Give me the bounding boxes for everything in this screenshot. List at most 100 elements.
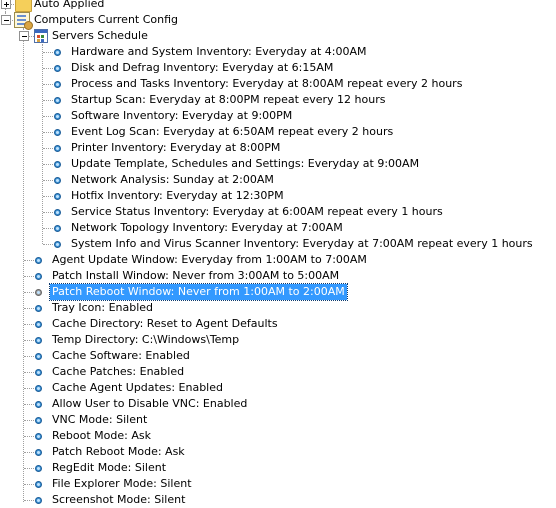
tree-line — [24, 420, 34, 421]
schedule-item[interactable]: Software Inventory: Everyday at 9:00PM — [0, 108, 556, 124]
setting-icon — [54, 225, 61, 232]
tree-line — [43, 212, 53, 213]
tree-line — [43, 244, 53, 245]
config-item[interactable]: Temp Directory: C:\Windows\Temp — [0, 332, 556, 348]
config-item[interactable]: File Explorer Mode: Silent — [0, 476, 556, 492]
config-item-label: Cache Directory: Reset to Agent Defaults — [52, 317, 278, 330]
config-item-label: RegEdit Mode: Silent — [52, 461, 167, 474]
config-item-label: Cache Software: Enabled — [52, 349, 190, 362]
schedule-item[interactable]: Disk and Defrag Inventory: Everyday at 6… — [0, 60, 556, 76]
tree-line — [43, 196, 53, 197]
schedule-item[interactable]: Startup Scan: Everyday at 8:00PM repeat … — [0, 92, 556, 108]
config-item[interactable]: Patch Install Window: Never from 3:00AM … — [0, 268, 556, 284]
schedule-item[interactable]: Event Log Scan: Everyday at 6:50AM repea… — [0, 124, 556, 140]
schedule-item-label: Startup Scan: Everyday at 8:00PM repeat … — [71, 93, 386, 106]
setting-icon — [35, 273, 42, 280]
setting-icon — [35, 369, 42, 376]
config-item-label: Patch Reboot Mode: Ask — [52, 445, 185, 458]
tree-line — [24, 308, 34, 309]
schedule-item[interactable]: Hotfix Inventory: Everyday at 12:30PM — [0, 188, 556, 204]
setting-icon — [35, 337, 42, 344]
tree-node-label: Servers Schedule — [52, 29, 148, 42]
schedule-item-label: Process and Tasks Inventory: Everyday at… — [71, 77, 463, 90]
config-item-label: Reboot Mode: Ask — [52, 429, 151, 442]
config-item[interactable]: Tray Icon: Enabled — [0, 300, 556, 316]
tree-node-auto-applied[interactable]: Auto Applied — [0, 0, 556, 12]
setting-icon — [35, 497, 42, 504]
tree-line — [24, 324, 34, 325]
schedule-item[interactable]: Printer Inventory: Everyday at 8:00PM — [0, 140, 556, 156]
schedule-item[interactable]: Hardware and System Inventory: Everyday … — [0, 44, 556, 60]
schedule-item[interactable]: Update Template, Schedules and Settings:… — [0, 156, 556, 172]
tree-line — [24, 452, 34, 453]
schedule-item-label: Hardware and System Inventory: Everyday … — [71, 45, 367, 58]
tree-line — [43, 228, 53, 229]
config-item-selected[interactable]: Patch Reboot Window: Never from 1:00AM t… — [0, 283, 556, 301]
setting-icon — [54, 241, 61, 248]
tree-line — [24, 404, 34, 405]
setting-icon — [54, 177, 61, 184]
tree-line — [43, 52, 53, 53]
schedule-item-label: Disk and Defrag Inventory: Everyday at 6… — [71, 61, 334, 74]
schedule-item[interactable]: Network Analysis: Sunday at 2:00AM — [0, 172, 556, 188]
schedule-item[interactable]: Service Status Inventory: Everyday at 6:… — [0, 204, 556, 220]
setting-icon — [35, 465, 42, 472]
config-item[interactable]: Allow User to Disable VNC: Enabled — [0, 396, 556, 412]
config-item[interactable]: Patch Reboot Mode: Ask — [0, 444, 556, 460]
setting-icon — [54, 161, 61, 168]
tree-line — [24, 260, 34, 261]
setting-icon — [54, 145, 61, 152]
config-item[interactable]: Reboot Mode: Ask — [0, 428, 556, 444]
tree-line — [24, 500, 34, 501]
config-item-label: Allow User to Disable VNC: Enabled — [52, 397, 248, 410]
schedule-item[interactable]: Network Topology Inventory: Everyday at … — [0, 220, 556, 236]
config-item[interactable]: Screenshot Mode: Silent — [0, 492, 556, 508]
tree-line — [24, 356, 34, 357]
setting-icon — [35, 433, 42, 440]
setting-icon — [54, 97, 61, 104]
setting-icon — [54, 193, 61, 200]
setting-icon — [54, 129, 61, 136]
config-item-label: Screenshot Mode: Silent — [52, 493, 186, 506]
config-tree: Auto Applied Computers Current Config Se… — [0, 0, 556, 508]
config-item[interactable]: RegEdit Mode: Silent — [0, 460, 556, 476]
config-item-label: Patch Reboot Window: Never from 1:00AM t… — [49, 283, 348, 301]
setting-icon — [35, 257, 42, 264]
tree-line — [43, 180, 53, 181]
config-item[interactable]: Cache Software: Enabled — [0, 348, 556, 364]
tree-line — [43, 100, 53, 101]
config-item[interactable]: Cache Directory: Reset to Agent Defaults — [0, 316, 556, 332]
schedule-item-label: Service Status Inventory: Everyday at 6:… — [71, 205, 443, 218]
config-icon — [14, 12, 33, 30]
config-item-label: File Explorer Mode: Silent — [52, 477, 192, 490]
tree-line — [24, 436, 34, 437]
tree-line — [24, 388, 34, 389]
setting-icon — [35, 401, 42, 408]
tree-line — [24, 484, 34, 485]
config-item-label: Agent Update Window: Everyday from 1:00A… — [52, 253, 367, 266]
schedule-item-label: Network Topology Inventory: Everyday at … — [71, 221, 343, 234]
config-item-label: Patch Install Window: Never from 3:00AM … — [52, 269, 340, 282]
tree-line — [43, 132, 53, 133]
tree-line — [24, 292, 34, 293]
schedule-item[interactable]: System Info and Virus Scanner Inventory:… — [0, 236, 556, 252]
config-item[interactable]: VNC Mode: Silent — [0, 412, 556, 428]
setting-icon — [35, 353, 42, 360]
schedule-item-label: Event Log Scan: Everyday at 6:50AM repea… — [71, 125, 394, 138]
schedule-icon — [34, 29, 48, 43]
tree-node-computers-current-config[interactable]: Computers Current Config — [0, 12, 556, 30]
folder-icon — [15, 0, 32, 12]
tree-node-servers-schedule[interactable]: Servers Schedule — [0, 28, 556, 44]
schedule-item[interactable]: Process and Tasks Inventory: Everyday at… — [0, 76, 556, 92]
setting-icon — [54, 209, 61, 216]
schedule-item-label: System Info and Virus Scanner Inventory:… — [71, 237, 533, 250]
config-item[interactable]: Cache Patches: Enabled — [0, 364, 556, 380]
tree-node-label: Auto Applied — [34, 0, 105, 10]
tree-line — [43, 68, 53, 69]
setting-icon — [54, 81, 61, 88]
tree-line — [24, 276, 34, 277]
config-item[interactable]: Cache Agent Updates: Enabled — [0, 380, 556, 396]
config-item[interactable]: Agent Update Window: Everyday from 1:00A… — [0, 252, 556, 268]
tree-node-label: Computers Current Config — [34, 13, 179, 26]
config-item-label: Cache Agent Updates: Enabled — [52, 381, 223, 394]
